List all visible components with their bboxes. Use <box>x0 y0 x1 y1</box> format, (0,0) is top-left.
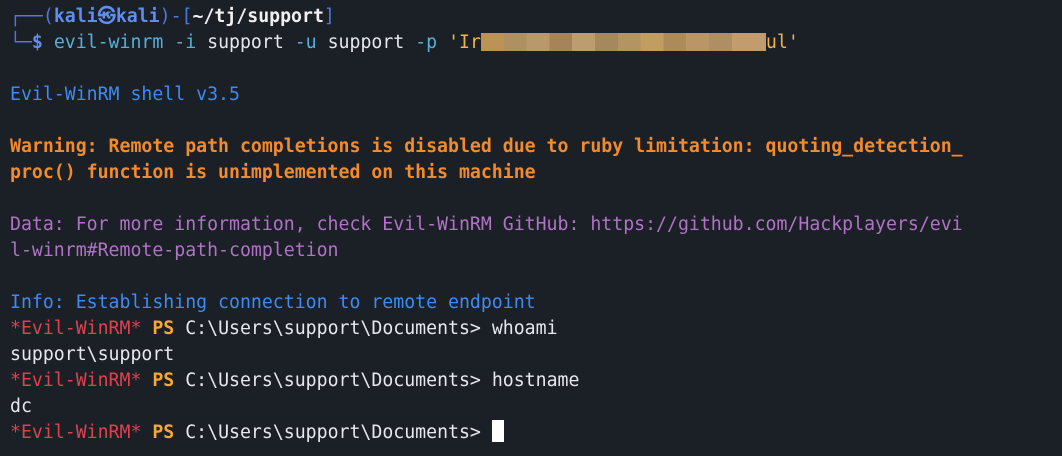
ps-label: PS <box>141 318 186 339</box>
prompt-at-symbol: ㉿ <box>97 6 116 27</box>
command-flag-i: -i <box>163 32 208 53</box>
terminal-window[interactable]: ┌──(kali㉿kali)-[~/tj/support] └─$ evil-w… <box>0 0 1062 456</box>
password-start: 'Ir <box>448 32 481 53</box>
ps-tag: *Evil-WinRM* <box>10 370 142 391</box>
password-end: ul' <box>765 32 799 53</box>
prompt-dollar: $ <box>31 32 54 53</box>
prompt-user: kali <box>53 6 98 27</box>
prompt-frame-bottom: └─ <box>10 32 32 53</box>
command-line: └─$ evil-winrm -i support -u support -p … <box>10 30 1052 56</box>
prompt-line-top: ┌──(kali㉿kali)-[~/tj/support] <box>10 4 1052 30</box>
prompt-frame-right: ] <box>323 6 335 27</box>
ps-label: PS <box>141 422 186 443</box>
ps-prompt-line-1: *Evil-WinRM* PS C:\Users\support\Documen… <box>10 316 1052 342</box>
data-line-2: l-winrm#Remote-path-completion <box>10 240 339 261</box>
command-output: support\support <box>10 344 175 365</box>
command-flag-u: -u <box>283 32 328 53</box>
ps-command: hostname <box>491 370 580 391</box>
data-line-1: Data: For more information, check Evil-W… <box>10 214 963 235</box>
banner-line: Evil-WinRM shell v3.5 <box>10 84 240 105</box>
ps-label: PS <box>141 370 186 391</box>
command-program: evil-winrm <box>53 32 164 53</box>
warning-line-1: Warning: Remote path completions is disa… <box>10 136 963 157</box>
prompt-cwd: ~/tj/support <box>192 6 324 27</box>
command-flag-p: -p <box>404 32 449 53</box>
terminal-cursor[interactable] <box>491 420 504 442</box>
ps-path: C:\Users\support\Documents> <box>185 422 492 443</box>
prompt-host: kali <box>115 6 160 27</box>
ps-prompt-line-2: *Evil-WinRM* PS C:\Users\support\Documen… <box>10 368 1052 394</box>
ps-prompt-line-3[interactable]: *Evil-WinRM* PS C:\Users\support\Documen… <box>10 420 1052 446</box>
redacted-password-blur <box>480 33 766 51</box>
ps-path: C:\Users\support\Documents> <box>185 318 492 339</box>
info-line: Info: Establishing connection to remote … <box>10 292 536 313</box>
prompt-frame-mid: )-[ <box>159 6 193 27</box>
ps-tag: *Evil-WinRM* <box>10 422 142 443</box>
ps-tag: *Evil-WinRM* <box>10 318 142 339</box>
command-output: dc <box>10 396 32 417</box>
warning-line-2: proc() function is unimplemented on this… <box>10 162 536 183</box>
command-host-arg: support <box>207 32 284 53</box>
ps-command: whoami <box>491 318 558 339</box>
prompt-frame-left: ┌──( <box>10 6 54 27</box>
command-user-arg: support <box>327 32 405 53</box>
ps-path: C:\Users\support\Documents> <box>185 370 492 391</box>
